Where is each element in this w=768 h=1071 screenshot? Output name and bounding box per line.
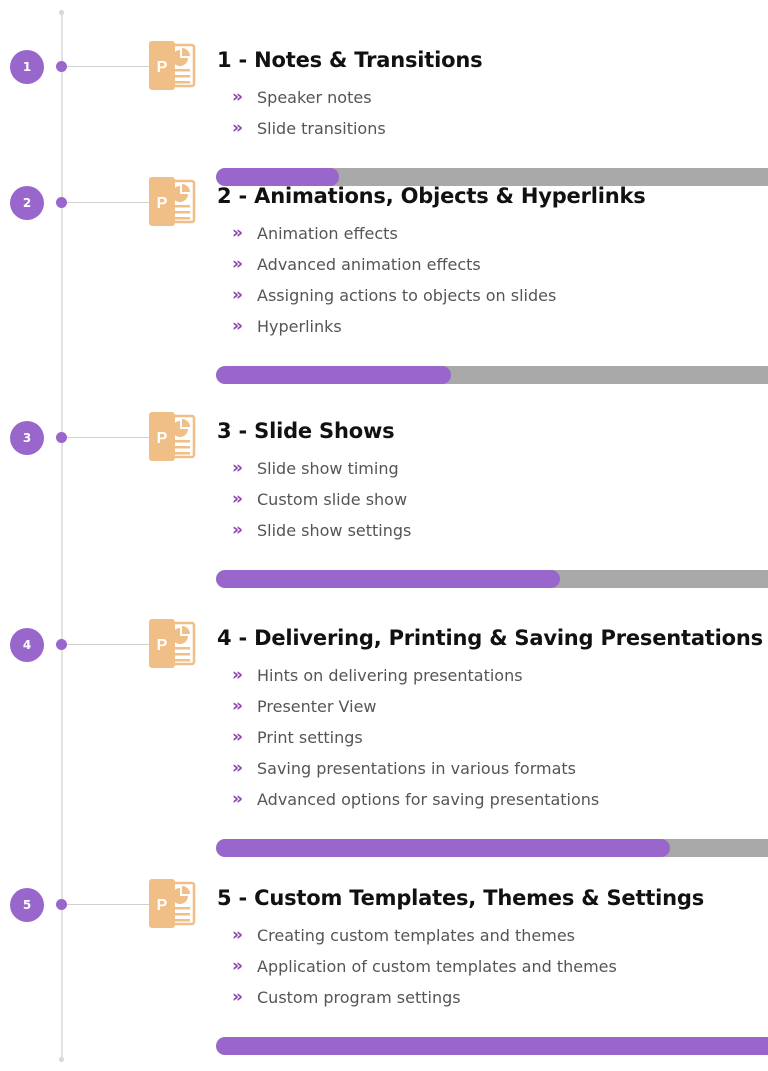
progress-bar [216, 366, 768, 384]
timeline-connector [67, 437, 149, 438]
list-item: » Hyperlinks [232, 311, 556, 342]
list-item: » Print settings [232, 722, 599, 753]
list-item-label: Slide transitions [257, 119, 386, 138]
chevron-right-icon: » [232, 789, 243, 809]
list-item: » Animation effects [232, 218, 556, 249]
powerpoint-icon: P [146, 41, 198, 91]
timeline-dot [56, 639, 67, 650]
progress-bar [216, 1037, 768, 1055]
list-item-label: Advanced options for saving presentation… [257, 790, 600, 809]
list-item-label: Hints on delivering presentations [257, 666, 523, 685]
list-item: » Slide show settings [232, 515, 411, 546]
progress-fill [216, 839, 670, 857]
timeline-connector [67, 202, 149, 203]
timeline-dot [56, 432, 67, 443]
module-title: 1 - Notes & Transitions [217, 48, 483, 72]
chevron-right-icon: » [232, 665, 243, 685]
chevron-right-icon: » [232, 458, 243, 478]
module-number-badge: 5 [10, 888, 44, 922]
progress-bar [216, 570, 768, 588]
powerpoint-icon: P [146, 177, 198, 227]
progress-bar [216, 839, 768, 857]
chevron-right-icon: » [232, 254, 243, 274]
module-items: » Slide show timing » Custom slide show » Sli… [232, 453, 411, 546]
list-item: » Slide transitions [232, 113, 386, 144]
list-item: » Application of custom templates and the… [232, 951, 617, 982]
list-item: » Presenter View [232, 691, 599, 722]
module-items: » Hints on delivering presentations » Prese… [232, 660, 599, 815]
timeline-connector [67, 904, 149, 905]
list-item: » Advanced animation effects [232, 249, 556, 280]
list-item-label: Custom program settings [257, 988, 461, 1007]
progress-fill [216, 570, 561, 588]
module-number-badge: 3 [10, 421, 44, 455]
powerpoint-letter: P [157, 637, 168, 654]
list-item-label: Speaker notes [257, 88, 372, 107]
list-item-label: Hyperlinks [257, 317, 342, 336]
list-item: » Advanced options for saving presentatio… [232, 784, 599, 815]
module-number-badge: 1 [10, 50, 44, 84]
module-items: » Creating custom templates and themes » Ap… [232, 920, 617, 1013]
list-item-label: Custom slide show [257, 490, 408, 509]
list-item: » Assigning actions to objects on slides [232, 280, 556, 311]
list-item: » Custom slide show [232, 484, 411, 515]
timeline-dot [56, 61, 67, 72]
module-title: 4 - Delivering, Printing & Saving Presen… [217, 626, 763, 650]
module-title: 2 - Animations, Objects & Hyperlinks [217, 184, 646, 208]
timeline-bottom-cap [59, 1057, 64, 1062]
chevron-right-icon: » [232, 987, 243, 1007]
powerpoint-letter: P [157, 59, 168, 76]
chevron-right-icon: » [232, 316, 243, 336]
list-item-label: Assigning actions to objects on slides [257, 286, 557, 305]
progress-fill [216, 1037, 768, 1055]
list-item-label: Advanced animation effects [257, 255, 481, 274]
list-item: » Hints on delivering presentations [232, 660, 599, 691]
timeline-connector [67, 644, 149, 645]
chevron-right-icon: » [232, 489, 243, 509]
chevron-right-icon: » [232, 696, 243, 716]
chevron-right-icon: » [232, 925, 243, 945]
list-item-label: Creating custom templates and themes [257, 926, 576, 945]
chevron-right-icon: » [232, 118, 243, 138]
powerpoint-letter: P [157, 430, 168, 447]
timeline-connector [67, 66, 149, 67]
list-item-label: Animation effects [257, 224, 398, 243]
list-item-label: Presenter View [257, 697, 377, 716]
chevron-right-icon: » [232, 956, 243, 976]
powerpoint-letter: P [157, 897, 168, 914]
chevron-right-icon: » [232, 223, 243, 243]
module-items: » Animation effects » Advanced animation ef… [232, 218, 556, 342]
list-item-label: Slide show settings [257, 521, 412, 540]
list-item-label: Print settings [257, 728, 363, 747]
module-title: 5 - Custom Templates, Themes & Settings [217, 886, 705, 910]
chevron-right-icon: » [232, 87, 243, 107]
powerpoint-icon: P [146, 879, 198, 929]
chevron-right-icon: » [232, 285, 243, 305]
chevron-right-icon: » [232, 727, 243, 747]
list-item-label: Application of custom templates and them… [257, 957, 617, 976]
list-item-label: Slide show timing [257, 459, 399, 478]
powerpoint-letter: P [157, 195, 168, 212]
powerpoint-icon: P [146, 619, 198, 669]
timeline-top-cap [59, 10, 64, 15]
list-item: » Custom program settings [232, 982, 617, 1013]
timeline-dot [56, 899, 67, 910]
timeline-dot [56, 197, 67, 208]
module-title: 3 - Slide Shows [217, 419, 395, 443]
list-item-label: Saving presentations in various formats [257, 759, 576, 778]
progress-fill [216, 366, 452, 384]
module-number-badge: 2 [10, 186, 44, 220]
chevron-right-icon: » [232, 758, 243, 778]
chevron-right-icon: » [232, 520, 243, 540]
list-item: » Creating custom templates and themes [232, 920, 617, 951]
list-item: » Speaker notes [232, 82, 386, 113]
list-item: » Saving presentations in various formats [232, 753, 599, 784]
module-number-badge: 4 [10, 628, 44, 662]
powerpoint-icon: P [146, 412, 198, 462]
module-items: » Speaker notes » Slide transitions [232, 82, 386, 144]
list-item: » Slide show timing [232, 453, 411, 484]
